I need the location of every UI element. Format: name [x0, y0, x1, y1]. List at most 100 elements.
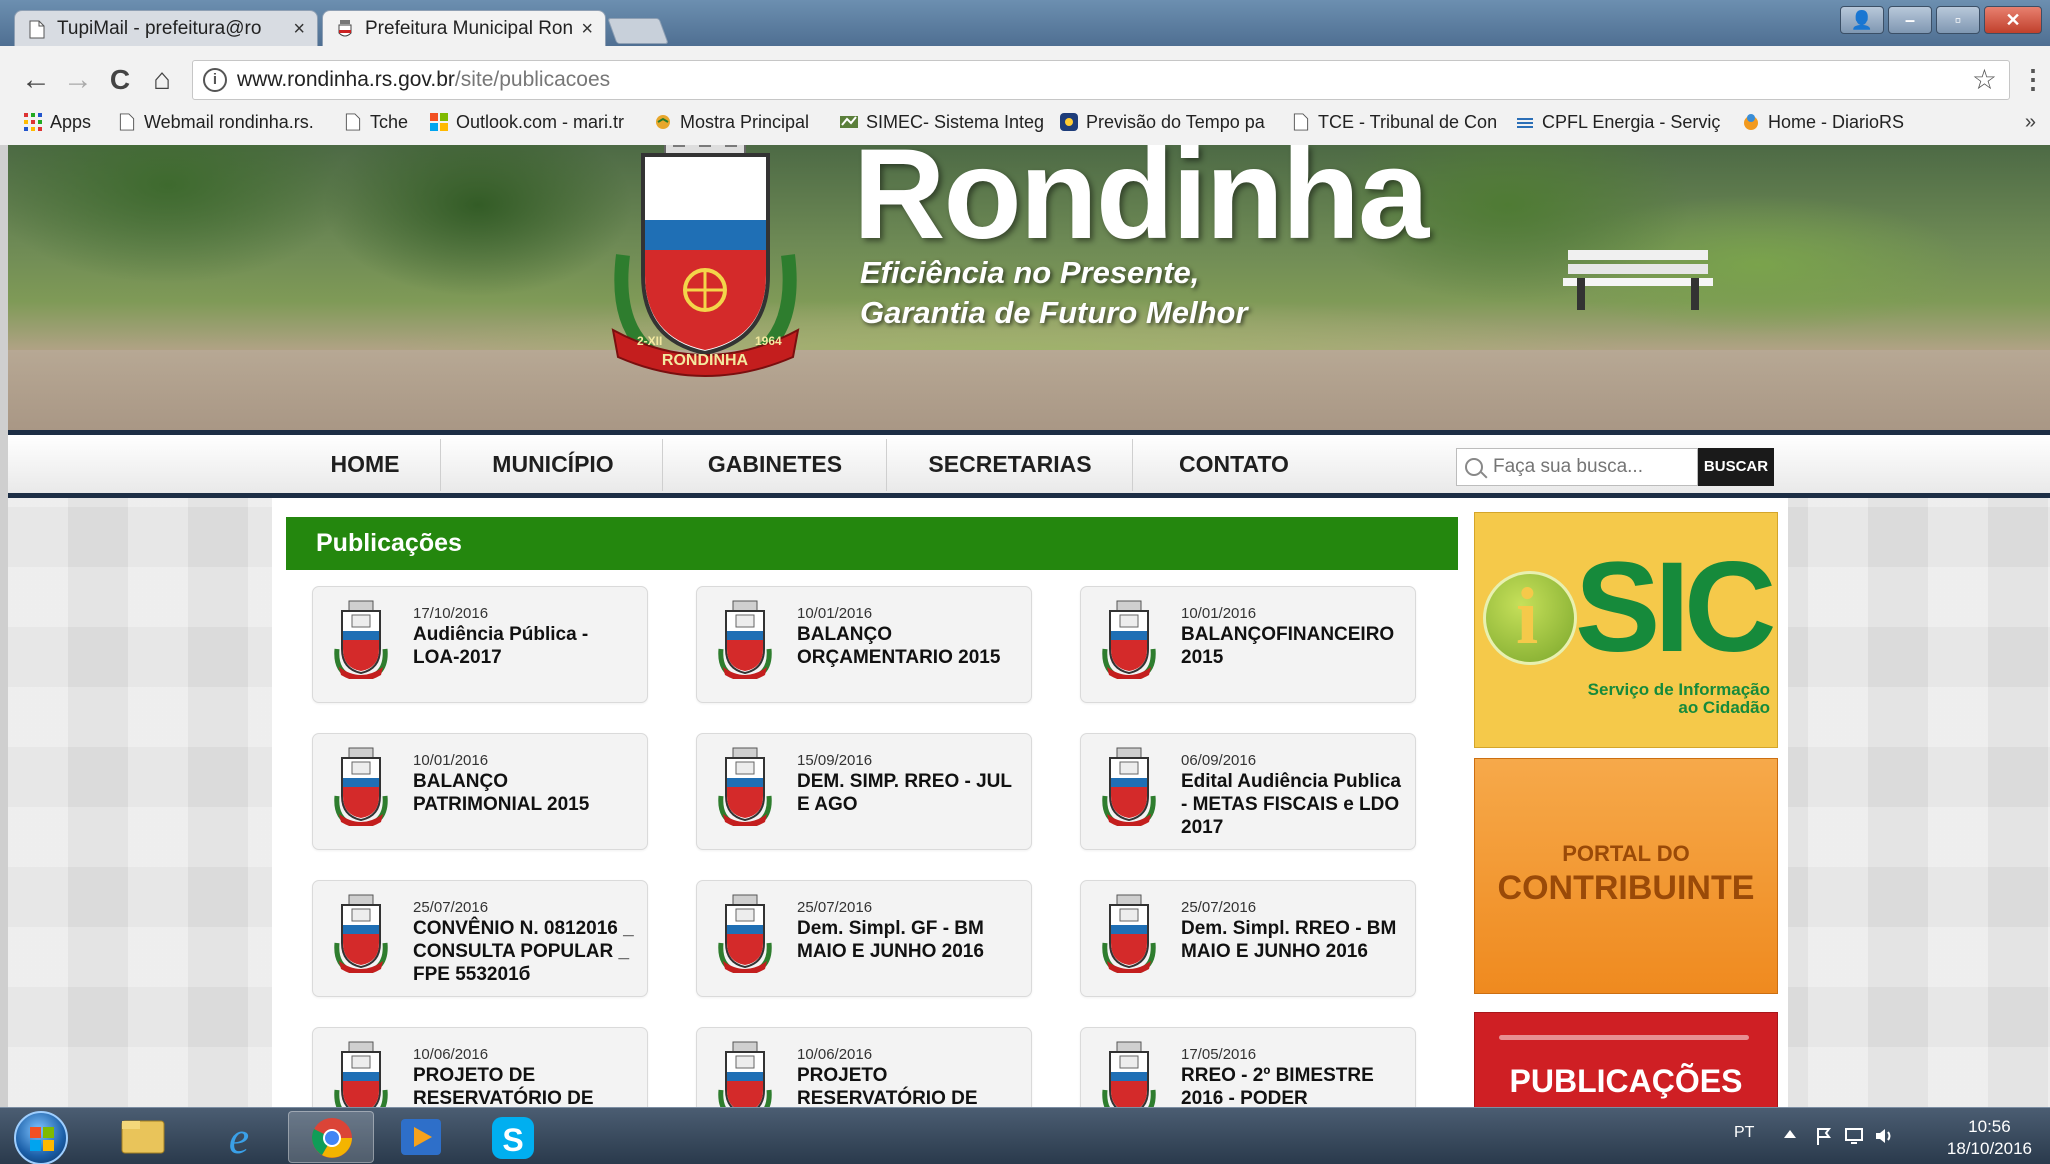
file-explorer-icon[interactable] — [100, 1111, 186, 1163]
publication-title[interactable]: BALANÇO ORÇAMENTARIO 2015 — [797, 623, 1022, 669]
skype-icon[interactable]: S — [470, 1111, 556, 1163]
nav-municipio[interactable]: MUNICÍPIO — [442, 435, 664, 493]
chrome-icon[interactable] — [288, 1111, 374, 1163]
volume-icon[interactable] — [1874, 1126, 1894, 1146]
publication-title[interactable]: BALANÇOFINANCEIRO 2015 — [1181, 623, 1406, 669]
back-icon[interactable]: ← — [18, 62, 54, 98]
new-tab-button[interactable] — [607, 18, 669, 44]
slogan-line-1: Eficiência no Presente, — [860, 255, 1200, 290]
bookmark-webmail[interactable]: Webmail rondinha.rs. — [116, 104, 330, 140]
publication-card[interactable]: 25/07/2016 Dem. Simpl. RREO - BM MAIO E J… — [1080, 880, 1416, 997]
search-input[interactable] — [1493, 449, 1693, 485]
main-navigation: HOME MUNICÍPIO GABINETES SECRETARIAS CON… — [8, 430, 2050, 498]
sic-subtitle: Serviço de Informação ao Cidadão — [1585, 681, 1770, 717]
publication-date: 25/07/2016 — [1181, 899, 1257, 916]
bookmark-label: SIMEC- Sistema Integ — [866, 112, 1045, 132]
nav-contato[interactable]: CONTATO — [1134, 435, 1334, 493]
start-button[interactable] — [14, 1111, 68, 1164]
crest-year-left: 2-XII — [637, 334, 662, 348]
publication-title[interactable]: Dem. Simpl. RREO - BM MAIO E JUNHO 2016 — [1181, 917, 1406, 963]
action-center-flag-icon[interactable] — [1814, 1126, 1834, 1146]
crest-thumbnail-icon — [1099, 746, 1159, 828]
maximize-button[interactable]: ▫ — [1936, 6, 1980, 34]
internet-explorer-icon[interactable]: e — [196, 1111, 282, 1163]
tab-prefeitura[interactable]: Prefeitura Municipal Ron × — [322, 10, 606, 46]
account-icon[interactable]: 👤 — [1840, 6, 1884, 34]
sic-banner-button[interactable]: SIC Serviço de Informação ao Cidadão — [1474, 512, 1778, 748]
bookmark-label: Tche — [370, 112, 409, 132]
toolbar: ← → C ⌂ i www.rondinha.rs.gov.br/site/pu… — [0, 58, 2050, 102]
bookmark-simec[interactable]: SIMEC- Sistema Integ — [838, 104, 1046, 140]
close-window-button[interactable]: ✕ — [1984, 6, 2042, 34]
clock-date: 18/10/2016 — [1946, 1139, 2032, 1158]
bookmark-previsao-tempo[interactable]: Previsão do Tempo pa — [1058, 104, 1280, 140]
publication-date: 10/01/2016 — [797, 605, 873, 622]
publication-title[interactable]: Audiência Pública - LOA-2017 — [413, 623, 638, 669]
bookmark-cpfl[interactable]: CPFL Energia - Serviç — [1514, 104, 1726, 140]
publication-card[interactable]: 10/01/2016 BALANÇOFINANCEIRO 2015 — [1080, 586, 1416, 703]
publication-title[interactable]: PROJETO RESERVATÓRIO DE — [797, 1064, 1022, 1107]
publication-date: 10/06/2016 — [797, 1046, 873, 1063]
nav-divider — [886, 439, 887, 491]
show-hidden-icons-icon[interactable] — [1784, 1130, 1796, 1138]
network-icon[interactable] — [1844, 1126, 1864, 1146]
publication-card[interactable]: 17/10/2016 Audiência Pública - LOA-2017 — [312, 586, 648, 703]
publication-card[interactable]: 17/05/2016 RREO - 2º BIMESTRE 2016 - PODE… — [1080, 1027, 1416, 1107]
crest-thumbnail-icon — [331, 599, 391, 681]
publication-date: 17/05/2016 — [1181, 1046, 1257, 1063]
publication-title[interactable]: CONVÊNIO N. 0812016 _ CONSULTA POPULAR _… — [413, 917, 638, 986]
tab-tupimail[interactable]: TupiMail - prefeitura@ro × — [14, 10, 318, 46]
url-text[interactable]: www.rondinha.rs.gov.br/site/publicacoes — [237, 61, 610, 99]
close-tab-icon[interactable]: × — [293, 11, 305, 46]
nav-secretarias[interactable]: SECRETARIAS — [888, 435, 1132, 493]
close-tab-icon[interactable]: × — [581, 11, 593, 46]
browser-menu-icon[interactable]: ⋮ — [2020, 64, 2046, 95]
home-icon[interactable]: ⌂ — [144, 62, 180, 98]
publicacoes-label: PUBLICAÇÕES — [1509, 1063, 1743, 1099]
publication-title[interactable]: DEM. SIMP. RREO - JUL E AGO — [797, 770, 1022, 816]
bookmark-tce[interactable]: TCE - Tribunal de Con — [1290, 104, 1502, 140]
publication-card[interactable]: 25/07/2016 Dem. Simpl. GF - BM MAIO E JUN… — [696, 880, 1032, 997]
publication-card[interactable]: 10/01/2016 BALANÇO ORÇAMENTARIO 2015 — [696, 586, 1032, 703]
bookmark-star-icon[interactable]: ☆ — [1972, 61, 1997, 99]
address-bar[interactable]: i www.rondinha.rs.gov.br/site/publicacoe… — [192, 60, 2010, 100]
system-clock[interactable]: 10:56 18/10/2016 — [1947, 1116, 2032, 1160]
bookmark-label: Home - DiarioRS — [1768, 112, 1905, 132]
publication-title[interactable]: Edital Audiência Publica - METAS FISCAIS… — [1181, 770, 1406, 839]
bookmark-mostra-principal[interactable]: Mostra Principal — [652, 104, 828, 140]
publication-card[interactable]: 10/01/2016 BALANÇO PATRIMONIAL 2015 — [312, 733, 648, 850]
bookmark-diariors[interactable]: Home - DiarioRS — [1740, 104, 1940, 140]
publication-title[interactable]: PROJETO DE RESERVATÓRIO DE — [413, 1064, 638, 1107]
crest-thumbnail-icon — [715, 1040, 775, 1107]
nav-gabinetes[interactable]: GABINETES — [664, 435, 886, 493]
publication-card[interactable]: 10/06/2016 PROJETO RESERVATÓRIO DE — [696, 1027, 1032, 1107]
url-path: /site/publicacoes — [454, 68, 611, 91]
publication-card[interactable]: 15/09/2016 DEM. SIMP. RREO - JUL E AGO — [696, 733, 1032, 850]
minimize-button[interactable]: – — [1888, 6, 1932, 34]
publication-title[interactable]: BALANÇO PATRIMONIAL 2015 — [413, 770, 638, 816]
media-player-icon[interactable] — [378, 1111, 464, 1163]
publication-card[interactable]: 25/07/2016 CONVÊNIO N. 0812016 _ CONSULTA… — [312, 880, 648, 997]
publicacoes-button[interactable]: PUBLICAÇÕES — [1474, 1012, 1778, 1107]
info-icon[interactable]: i — [203, 68, 227, 92]
publication-title[interactable]: Dem. Simpl. GF - BM MAIO E JUNHO 2016 — [797, 917, 1022, 963]
publication-card[interactable]: 10/06/2016 PROJETO DE RESERVATÓRIO DE — [312, 1027, 648, 1107]
reload-icon[interactable]: C — [102, 62, 138, 98]
bookmark-tche[interactable]: Tche — [342, 104, 422, 140]
publication-card[interactable]: 06/09/2016 Edital Audiência Publica - MET… — [1080, 733, 1416, 850]
bookmark-apps[interactable]: Apps — [22, 104, 102, 140]
search-button[interactable]: BUSCAR — [1698, 448, 1774, 486]
nav-home[interactable]: HOME — [280, 435, 450, 493]
portal-contribuinte-button[interactable]: PORTAL DO CONTRIBUINTE — [1474, 758, 1778, 994]
bookmark-outlook[interactable]: Outlook.com - mari.tr — [428, 104, 638, 140]
windows-logo-icon — [30, 1127, 54, 1151]
svg-text:S: S — [502, 1122, 523, 1158]
site-title: Rondinha — [853, 145, 1429, 266]
more-bookmarks-icon[interactable]: » — [2025, 104, 2036, 140]
forward-icon[interactable]: → — [60, 62, 96, 98]
publication-title[interactable]: RREO - 2º BIMESTRE 2016 - PODER — [1181, 1064, 1406, 1107]
bookmark-label: CPFL Energia - Serviç — [1542, 112, 1721, 132]
apps-grid-icon — [24, 113, 42, 131]
language-indicator[interactable]: PT — [1734, 1124, 1754, 1142]
window-controls: 👤 – ▫ ✕ — [1840, 6, 2042, 36]
